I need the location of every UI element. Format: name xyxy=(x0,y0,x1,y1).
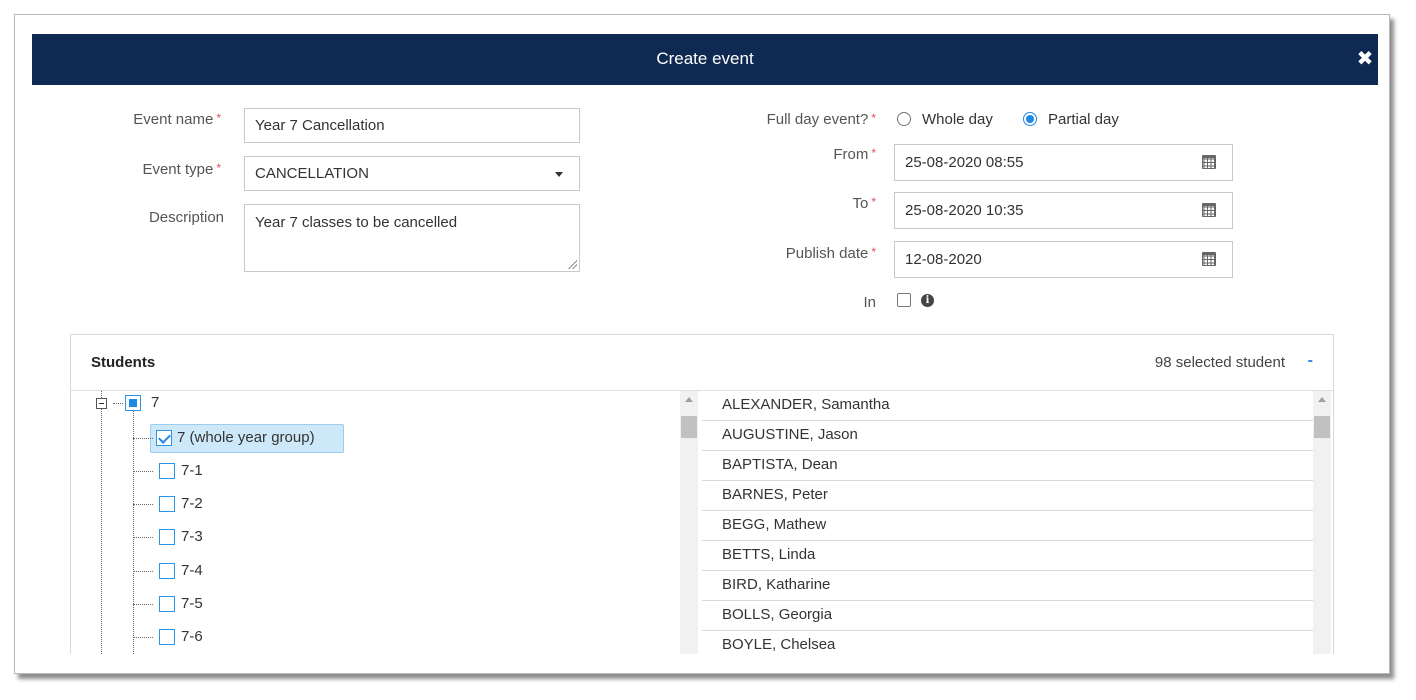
tree-label-7: 7 xyxy=(151,394,160,411)
tree-line xyxy=(133,504,153,505)
partial-day-label: Partial day xyxy=(1048,111,1119,128)
partial-day-radio[interactable] xyxy=(1023,112,1037,126)
student-row[interactable]: ALEXANDER, Samantha xyxy=(702,391,1313,421)
full-day-label: Full day event? * xyxy=(766,111,876,128)
from-label: From * xyxy=(833,146,876,163)
tree-line xyxy=(133,438,153,439)
tree-label-7-5: 7-5 xyxy=(181,595,203,612)
tree-checkbox-7-2[interactable] xyxy=(159,496,175,512)
tree-line xyxy=(133,637,153,638)
selected-count: 98 selected student xyxy=(1154,354,1285,371)
create-event-modal: Create event ✖ Event name * Year 7 Cancel… xyxy=(32,34,1378,654)
tree-label-7-2: 7-2 xyxy=(181,495,203,512)
tree-line xyxy=(101,409,102,654)
in-label: In xyxy=(863,294,876,311)
resize-grip-icon[interactable] xyxy=(567,259,577,269)
tree-checkbox-7-3[interactable] xyxy=(159,529,175,545)
tree-line xyxy=(113,403,123,404)
student-row[interactable]: BIRD, Katharine xyxy=(702,571,1313,601)
scroll-up-icon[interactable] xyxy=(1318,397,1326,402)
to-input[interactable]: 25-08-2020 10:35 xyxy=(894,192,1233,229)
list-scrollbar[interactable] xyxy=(1313,391,1331,654)
student-row[interactable]: BEGG, Mathew xyxy=(702,511,1313,541)
in-checkbox[interactable] xyxy=(897,293,911,307)
publish-date-value: 12-08-2020 xyxy=(905,251,982,268)
tree-checkbox-7-4[interactable] xyxy=(159,563,175,579)
description-value: Year 7 classes to be cancelled xyxy=(255,214,458,231)
tree-line xyxy=(133,537,153,538)
tree-checkbox-7[interactable] xyxy=(125,395,141,411)
tree-line xyxy=(133,409,134,654)
tree-label-7-6: 7-6 xyxy=(181,628,203,645)
student-row[interactable]: BOYLE, Chelsea xyxy=(702,631,1313,654)
publish-date-input[interactable]: 12-08-2020 xyxy=(894,241,1233,278)
student-list: ALEXANDER, Samantha AUGUSTINE, Jason BAP… xyxy=(702,391,1313,654)
tree-scrollbar[interactable] xyxy=(680,391,698,654)
event-name-label: Event name * xyxy=(133,111,221,128)
scroll-thumb[interactable] xyxy=(681,416,697,438)
event-name-input[interactable]: Year 7 Cancellation xyxy=(244,108,580,143)
student-row[interactable]: BARNES, Peter xyxy=(702,481,1313,511)
students-title: Students xyxy=(91,354,156,371)
tree-label-7-4: 7-4 xyxy=(181,562,203,579)
tree-checkbox-7-6[interactable] xyxy=(159,629,175,645)
students-panel: Students 98 selected student - 7 7 (whol… xyxy=(70,334,1334,654)
to-label: To * xyxy=(852,195,876,212)
tree-line xyxy=(101,391,102,398)
calendar-icon[interactable] xyxy=(1202,252,1216,266)
tree-checkbox-7-1[interactable] xyxy=(159,463,175,479)
calendar-icon[interactable] xyxy=(1202,203,1216,217)
whole-day-label: Whole day xyxy=(922,111,993,128)
tree-label-7-3: 7-3 xyxy=(181,528,203,545)
student-row[interactable]: AUGUSTINE, Jason xyxy=(702,421,1313,451)
event-type-select[interactable]: CANCELLATION xyxy=(244,156,580,191)
scroll-up-icon[interactable] xyxy=(685,397,693,402)
close-icon[interactable]: ✖ xyxy=(1352,48,1378,70)
tree-label-7-1: 7-1 xyxy=(181,462,203,479)
info-icon[interactable]: i xyxy=(921,294,934,307)
group-tree: 7 7 (whole year group) 7-1 7-2 7-3 7-4 7… xyxy=(71,391,681,654)
collapse-button[interactable]: - xyxy=(1308,352,1313,370)
tree-checkbox-7-5[interactable] xyxy=(159,596,175,612)
tree-line xyxy=(133,604,153,605)
modal-title: Create event xyxy=(656,49,754,68)
tree-label-whole-year: 7 (whole year group) xyxy=(177,429,315,446)
tree-checkbox-whole-year[interactable] xyxy=(156,430,172,446)
tree-line xyxy=(133,471,153,472)
event-type-label: Event type * xyxy=(142,161,221,178)
description-label: Description xyxy=(148,209,224,226)
to-value: 25-08-2020 10:35 xyxy=(905,202,1024,219)
from-input[interactable]: 25-08-2020 08:55 xyxy=(894,144,1233,181)
from-value: 25-08-2020 08:55 xyxy=(905,154,1024,171)
calendar-icon[interactable] xyxy=(1202,155,1216,169)
tree-line xyxy=(133,571,153,572)
publish-date-label: Publish date * xyxy=(785,245,876,262)
student-row[interactable]: BOLLS, Georgia xyxy=(702,601,1313,631)
student-row[interactable]: BAPTISTA, Dean xyxy=(702,451,1313,481)
event-type-value: CANCELLATION xyxy=(255,165,369,182)
scroll-thumb[interactable] xyxy=(1314,416,1330,438)
collapse-node-icon[interactable] xyxy=(96,398,107,409)
caret-down-icon xyxy=(555,172,563,177)
modal-header: Create event ✖ xyxy=(32,34,1378,85)
whole-day-radio[interactable] xyxy=(897,112,911,126)
student-row[interactable]: BETTS, Linda xyxy=(702,541,1313,571)
description-textarea[interactable]: Year 7 classes to be cancelled xyxy=(244,204,580,272)
students-panel-header: Students 98 selected student - xyxy=(71,335,1333,391)
